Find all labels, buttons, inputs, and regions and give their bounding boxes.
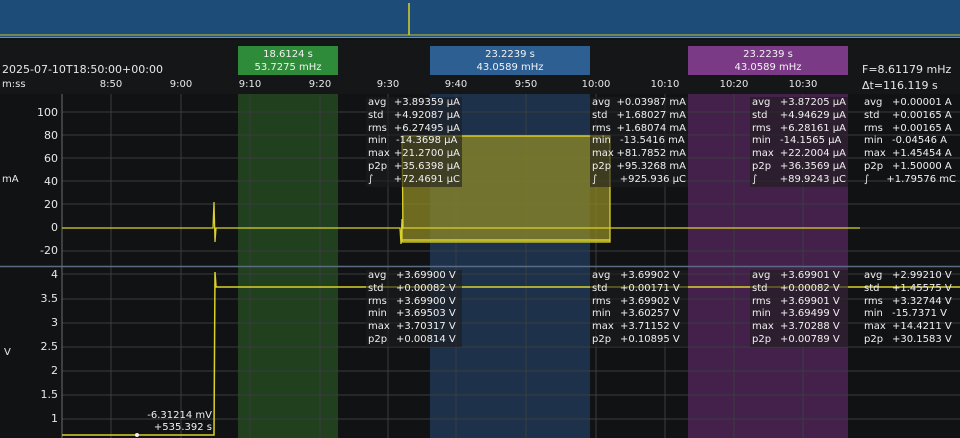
time-tick: 9:10 — [238, 79, 262, 90]
current-y-tick: 40 — [44, 175, 58, 188]
time-tick: 8:50 — [99, 79, 123, 90]
start-time: 2025-07-10T18:50:00+00:00 — [2, 63, 163, 76]
current-y-tick: 60 — [44, 152, 58, 165]
cursor-time: +535.392 s — [153, 422, 212, 433]
marker-magenta-duration: 23.2239 s — [743, 49, 793, 60]
time-tick: 10:10 — [650, 79, 680, 90]
time-format: m:ss — [2, 79, 26, 90]
voltage-y-tick: 1 — [51, 412, 58, 425]
voltage-y-tick: 2.5 — [40, 340, 59, 353]
voltage-stats-blue: avg +3.69902 V std +0.00171 V rms +3.69902 … — [590, 270, 688, 347]
time-tick: 9:30 — [376, 79, 400, 90]
voltage-stats-magenta: avg +3.69901 V std +0.00082 V rms +3.69901 … — [750, 270, 848, 347]
marker-green-header[interactable]: 18.6124 s 53.7275 mHz — [238, 46, 338, 75]
time-tick: 9:20 — [308, 79, 332, 90]
delta-t-readout: Δt=116.119 s — [862, 79, 938, 92]
time-tick: 10:20 — [719, 79, 749, 90]
time-tick: 9:50 — [514, 79, 538, 90]
current-unit-label: mA — [2, 174, 19, 185]
marker-blue-duration: 23.2239 s — [485, 49, 535, 60]
time-tick: 9:00 — [169, 79, 193, 90]
current-y-tick: 100 — [37, 106, 58, 119]
voltage-y-tick: 3.5 — [40, 292, 59, 305]
current-stats-total: avg +0.00001 A std +0.00165 A rms +0.00165 … — [864, 97, 956, 185]
overview-trace — [0, 0, 960, 38]
current-y-tick: 80 — [44, 129, 58, 142]
voltage-unit-label: V — [4, 347, 11, 358]
time-tick: 9:40 — [444, 79, 468, 90]
current-y-tick: 20 — [44, 198, 58, 211]
voltage-y-tick: 3 — [51, 316, 58, 329]
cursor-value: -6.31214 mV — [147, 410, 212, 421]
voltage-y-tick: 1.5 — [40, 388, 59, 401]
current-stats-green: avg +3.89359 µA std +4.92087 µA rms +6.2749… — [366, 97, 462, 187]
current-y-tick: -20 — [40, 244, 58, 257]
marker-green-frequency: 53.7275 mHz — [254, 62, 322, 73]
overview-strip[interactable] — [0, 0, 960, 38]
current-stats-blue: avg +0.03987 mA std +1.68027 mA rms +1.6807… — [590, 97, 688, 187]
marker-magenta-frequency: 43.0589 mHz — [734, 62, 802, 73]
marker-blue-frequency: 43.0589 mHz — [476, 62, 544, 73]
frequency-readout: F=8.61179 mHz — [862, 63, 952, 76]
time-tick: 10:00 — [581, 79, 611, 90]
cursor-readout: -6.31214 mV +535.392 s — [120, 410, 212, 434]
marker-green-duration: 18.6124 s — [263, 49, 313, 60]
waveform-viewer: 2025-07-10T18:50:00+00:00 m:ss F=8.61179… — [0, 0, 960, 438]
current-stats-magenta: avg +3.87205 µA std +4.94629 µA rms +6.2816… — [750, 97, 848, 187]
voltage-stats-green: avg +3.69900 V std +0.00082 V rms +3.69900 … — [366, 270, 462, 347]
marker-magenta-header[interactable]: 23.2239 s 43.0589 mHz — [688, 46, 848, 75]
voltage-stats-total: avg +2.99210 V std +1.45575 V rms +3.32744 … — [864, 270, 952, 345]
marker-blue-header[interactable]: 23.2239 s 43.0589 mHz — [430, 46, 590, 75]
voltage-y-tick: 2 — [51, 364, 58, 377]
current-y-tick: 0 — [51, 221, 58, 234]
time-tick: 10:30 — [788, 79, 818, 90]
voltage-y-tick: 4 — [51, 268, 58, 281]
